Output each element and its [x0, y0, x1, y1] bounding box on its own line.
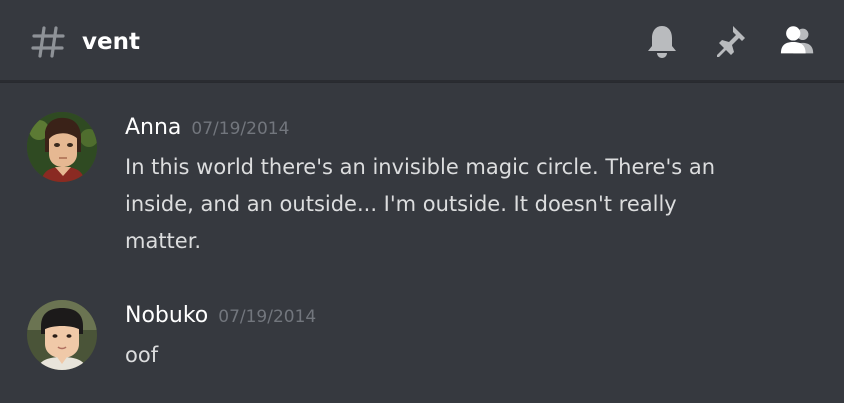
message-text: oof [125, 343, 159, 367]
pin-icon[interactable] [711, 22, 749, 60]
timestamp: 07/19/2014 [218, 307, 317, 327]
username[interactable]: Anna [125, 115, 181, 140]
message-header: Nobuko 07/19/2014 [125, 300, 316, 332]
message-header: Anna 07/19/2014 [125, 112, 289, 144]
members-icon[interactable] [779, 22, 817, 60]
timestamp: 07/19/2014 [191, 119, 290, 139]
hash-icon [30, 24, 66, 60]
channel-header: vent [0, 0, 844, 82]
bell-icon[interactable] [643, 22, 681, 60]
avatar[interactable] [27, 300, 97, 370]
channel-name: vent [82, 29, 140, 55]
avatar[interactable] [27, 112, 97, 182]
chat-window: vent Anna 07/19/2014 In this world there… [0, 0, 844, 403]
message-text: In this world there's an invisible magic… [125, 155, 716, 253]
username[interactable]: Nobuko [125, 303, 208, 328]
